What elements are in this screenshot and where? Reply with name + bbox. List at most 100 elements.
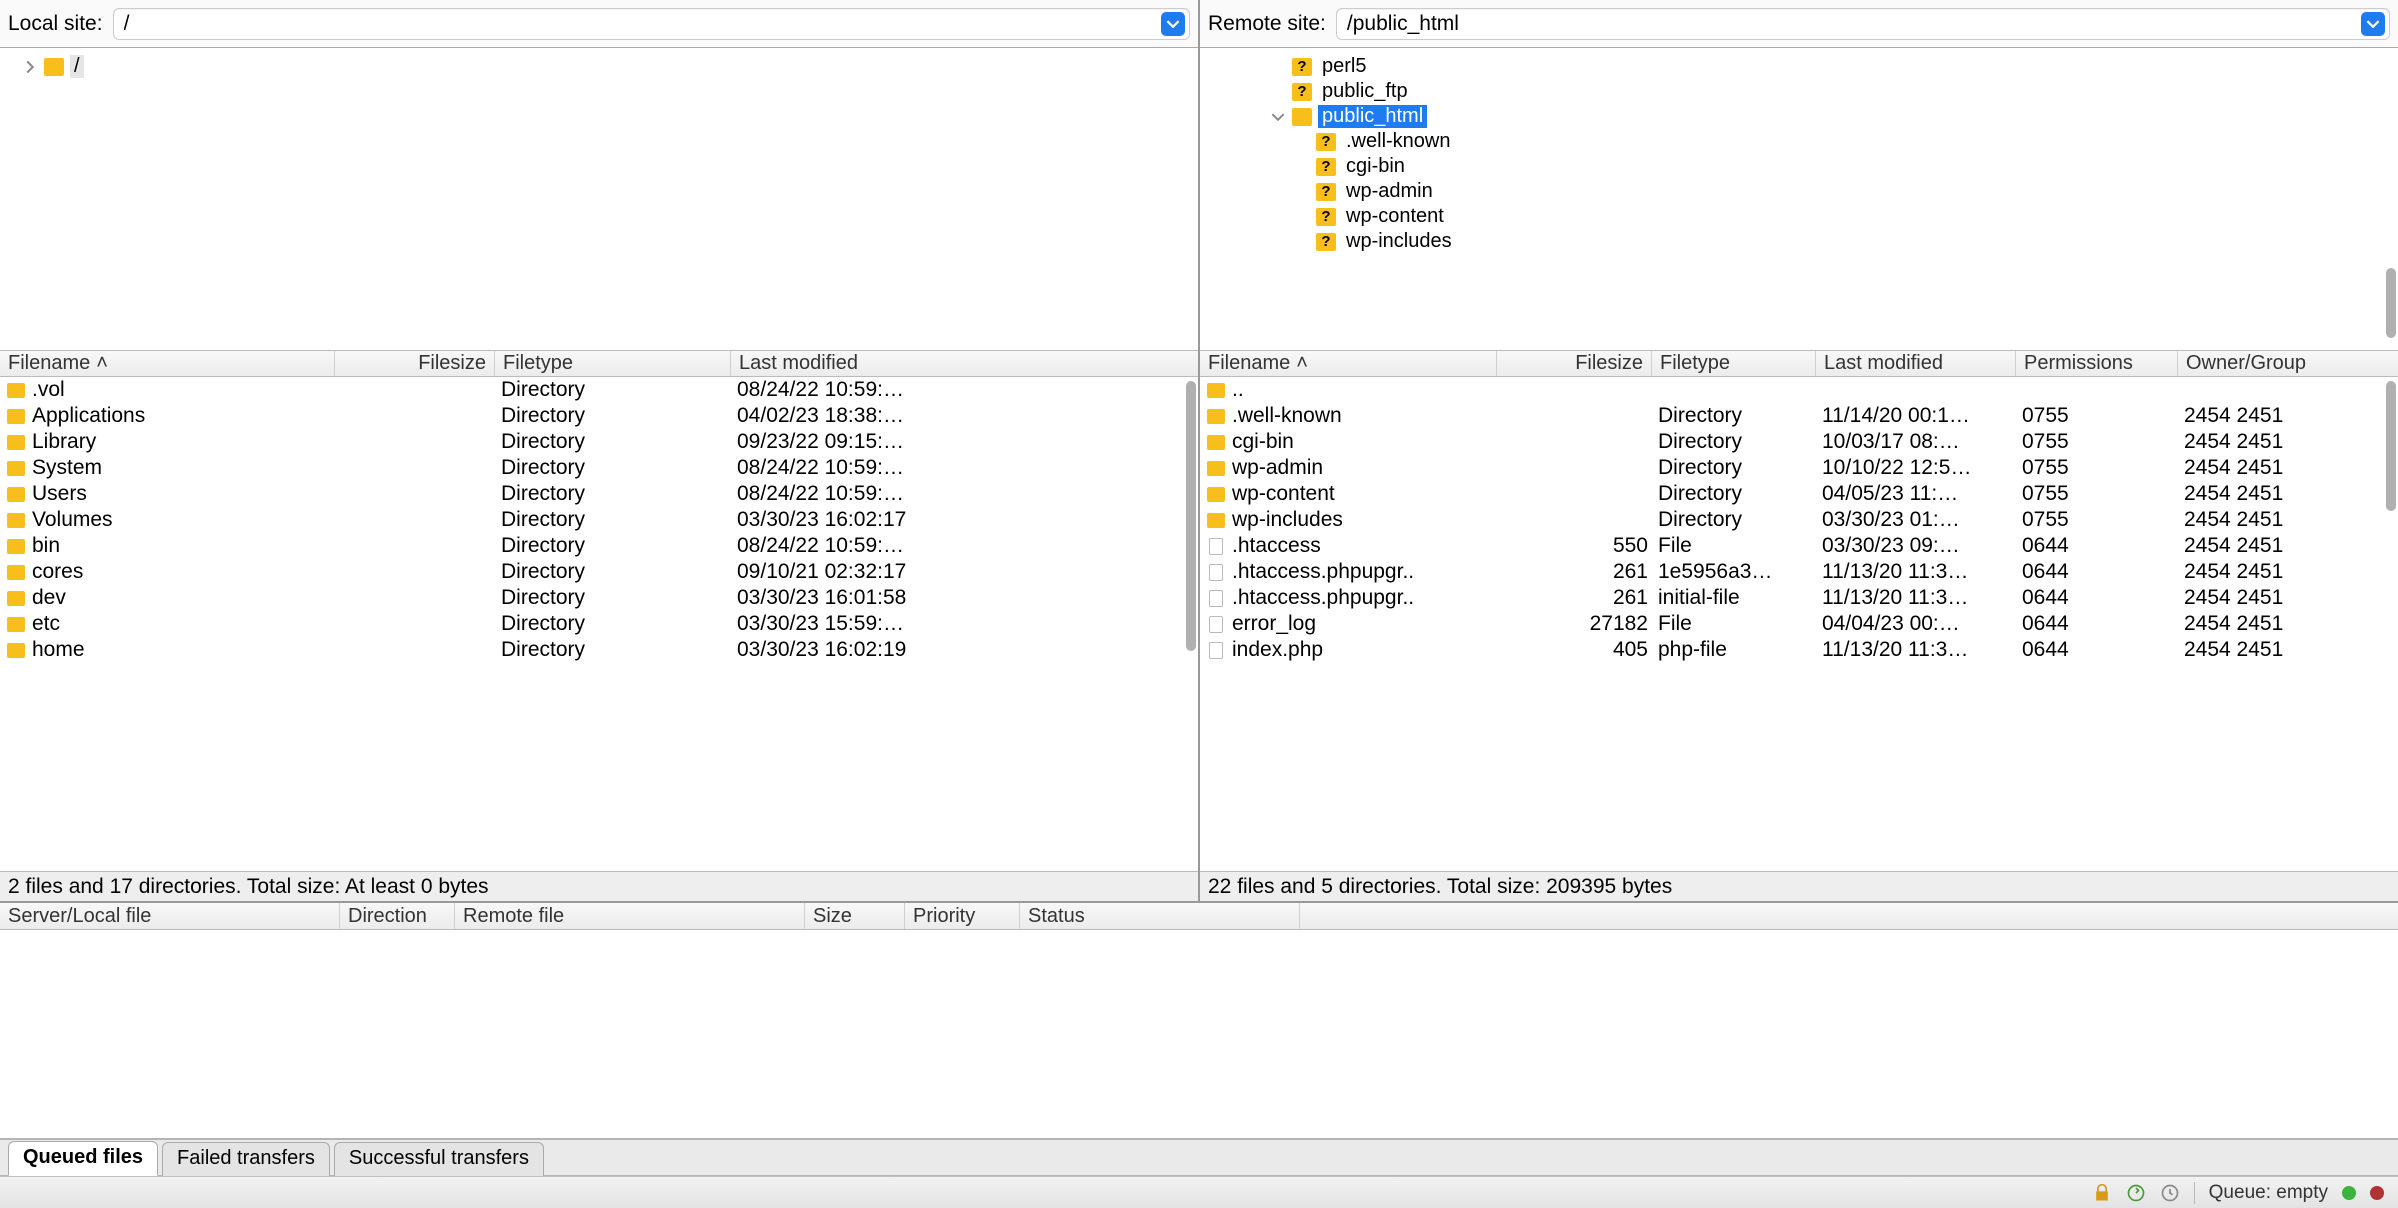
tree-item[interactable]: ?cgi-bin (1210, 154, 2388, 179)
local-file-list[interactable]: .volDirectory08/24/22 10:59:…Application… (0, 377, 1198, 871)
chevron-down-icon (1166, 17, 1180, 31)
file-row[interactable]: VolumesDirectory03/30/23 16:02:17 (0, 507, 1198, 533)
column-header[interactable]: Owner/Group (2178, 351, 2398, 376)
queue-column-header[interactable]: Status (1020, 903, 1300, 929)
column-header[interactable]: Filetype (495, 351, 731, 376)
file-row[interactable]: coresDirectory09/10/21 02:32:17 (0, 559, 1198, 585)
tab-successful-transfers[interactable]: Successful transfers (334, 1142, 544, 1176)
column-header[interactable]: Last modified (731, 351, 1198, 376)
separator (2194, 1182, 2195, 1204)
file-row[interactable]: SystemDirectory08/24/22 10:59:… (0, 455, 1198, 481)
file-row[interactable]: homeDirectory03/30/23 16:02:19 (0, 637, 1198, 663)
chevron-right-icon[interactable] (22, 60, 38, 74)
folder-icon (1292, 108, 1312, 126)
tab-queued-files[interactable]: Queued files (8, 1141, 158, 1176)
queue-column-header[interactable]: Direction (340, 903, 455, 929)
column-header[interactable]: Filetype (1652, 351, 1816, 376)
cell-name: .htaccess (1232, 534, 1503, 558)
cell-mod: 08/24/22 10:59:… (737, 482, 1198, 506)
remote-file-list[interactable]: ...well-knownDirectory11/14/20 00:1…0755… (1200, 377, 2398, 871)
cell-name: .htaccess.phpupgr.. (1232, 560, 1503, 584)
queue-column-header[interactable]: Priority (905, 903, 1020, 929)
column-header[interactable]: Filename˄ (0, 351, 335, 376)
local-path-input[interactable] (124, 12, 1161, 36)
queue-column-header[interactable]: Remote file (455, 903, 805, 929)
file-row[interactable]: wp-contentDirectory04/05/23 11:…07552454… (1200, 481, 2398, 507)
file-row[interactable]: .well-knownDirectory11/14/20 00:1…075524… (1200, 403, 2398, 429)
local-file-headers[interactable]: Filename˄FilesizeFiletypeLast modified (0, 350, 1198, 377)
file-row[interactable]: etcDirectory03/30/23 15:59:… (0, 611, 1198, 637)
cell-perm: 0755 (2022, 404, 2184, 428)
cell-mod: 11/13/20 11:3… (1822, 560, 2022, 584)
cell-mod: 10/03/17 08:… (1822, 430, 2022, 454)
remote-path-input[interactable] (1347, 12, 2361, 36)
remote-path-dropdown-button[interactable] (2361, 12, 2385, 36)
file-row[interactable]: .. (1200, 377, 2398, 403)
lock-icon[interactable] (2092, 1183, 2112, 1203)
cell-type: File (1658, 534, 1822, 558)
column-header[interactable]: Filesize (1497, 351, 1652, 376)
file-row[interactable]: devDirectory03/30/23 16:01:58 (0, 585, 1198, 611)
queue-column-header[interactable]: Server/Local file (0, 903, 340, 929)
remote-directory-tree[interactable]: ?perl5?public_ftppublic_html?.well-known… (1200, 48, 2398, 350)
file-row[interactable]: .volDirectory08/24/22 10:59:… (0, 377, 1198, 403)
tree-item-label: wp-content (1342, 205, 1448, 228)
remote-site-bar: Remote site: (1200, 0, 2398, 48)
column-header[interactable]: Filename˄ (1200, 351, 1497, 376)
column-header[interactable]: Filesize (335, 351, 495, 376)
remote-path-input-wrap[interactable] (1336, 8, 2390, 40)
tree-item[interactable]: ?.well-known (1210, 129, 2388, 154)
tree-item[interactable]: ?wp-includes (1210, 229, 2388, 254)
tree-item[interactable]: ?wp-content (1210, 204, 2388, 229)
local-path-input-wrap[interactable] (113, 8, 1190, 40)
local-path-dropdown-button[interactable] (1161, 12, 1185, 36)
tree-item-label: .well-known (1342, 130, 1454, 153)
folder-unknown-icon: ? (1316, 158, 1336, 176)
cell-mod: 03/30/23 16:01:58 (737, 586, 1198, 610)
file-row[interactable]: .htaccess.phpupgr..261initial-file11/13/… (1200, 585, 2398, 611)
file-row[interactable]: UsersDirectory08/24/22 10:59:… (0, 481, 1198, 507)
status-indicator-green[interactable] (2342, 1186, 2356, 1200)
queue-column-header[interactable]: Size (805, 903, 905, 929)
tree-item[interactable]: ?wp-admin (1210, 179, 2388, 204)
tree-item[interactable]: / (10, 54, 1188, 79)
file-row[interactable]: wp-includesDirectory03/30/23 01:…0755245… (1200, 507, 2398, 533)
processing-icon[interactable] (2160, 1183, 2180, 1203)
queue-body[interactable] (0, 930, 2398, 1138)
scrollbar-thumb[interactable] (1186, 381, 1196, 651)
file-row[interactable]: index.php405php-file11/13/20 11:3…064424… (1200, 637, 2398, 663)
remote-file-headers[interactable]: Filename˄FilesizeFiletypeLast modifiedPe… (1200, 350, 2398, 377)
status-indicator-red[interactable] (2370, 1186, 2384, 1200)
file-row[interactable]: .htaccess550File03/30/23 09:…06442454 24… (1200, 533, 2398, 559)
file-row[interactable]: .htaccess.phpupgr..2611e5956a3…11/13/20 … (1200, 559, 2398, 585)
cell-type: Directory (1658, 456, 1822, 480)
file-row[interactable]: ApplicationsDirectory04/02/23 18:38:… (0, 403, 1198, 429)
file-row[interactable]: wp-adminDirectory10/10/22 12:5…07552454 … (1200, 455, 2398, 481)
scrollbar-thumb[interactable] (2386, 381, 2396, 511)
chevron-down-icon[interactable] (1270, 110, 1286, 124)
folder-unknown-icon: ? (1316, 233, 1336, 251)
file-row[interactable]: LibraryDirectory09/23/22 09:15:… (0, 429, 1198, 455)
column-header[interactable]: Last modified (1816, 351, 2016, 376)
file-row[interactable]: error_log27182File04/04/23 00:…06442454 … (1200, 611, 2398, 637)
column-header[interactable]: Permissions (2016, 351, 2178, 376)
file-row[interactable]: cgi-binDirectory10/03/17 08:…07552454 24… (1200, 429, 2398, 455)
tree-item[interactable]: ?perl5 (1210, 54, 2388, 79)
queue-headers[interactable]: Server/Local fileDirectionRemote fileSiz… (0, 903, 2398, 930)
refresh-icon[interactable] (2126, 1183, 2146, 1203)
cell-type: Directory (501, 456, 737, 480)
tree-item[interactable]: ?public_ftp (1210, 79, 2388, 104)
folder-icon (6, 383, 26, 398)
sort-ascending-icon: ˄ (1296, 352, 1308, 375)
tab-failed-transfers[interactable]: Failed transfers (162, 1142, 330, 1176)
cell-perm: 0755 (2022, 456, 2184, 480)
cell-type: initial-file (1658, 586, 1822, 610)
cell-owner: 2454 2451 (2184, 534, 2398, 558)
folder-icon (6, 409, 26, 424)
local-directory-tree[interactable]: / (0, 48, 1198, 350)
scrollbar-thumb[interactable] (2386, 268, 2396, 338)
cell-perm: 0755 (2022, 482, 2184, 506)
tree-item[interactable]: public_html (1210, 104, 2388, 129)
cell-name: Library (32, 430, 341, 454)
file-row[interactable]: binDirectory08/24/22 10:59:… (0, 533, 1198, 559)
